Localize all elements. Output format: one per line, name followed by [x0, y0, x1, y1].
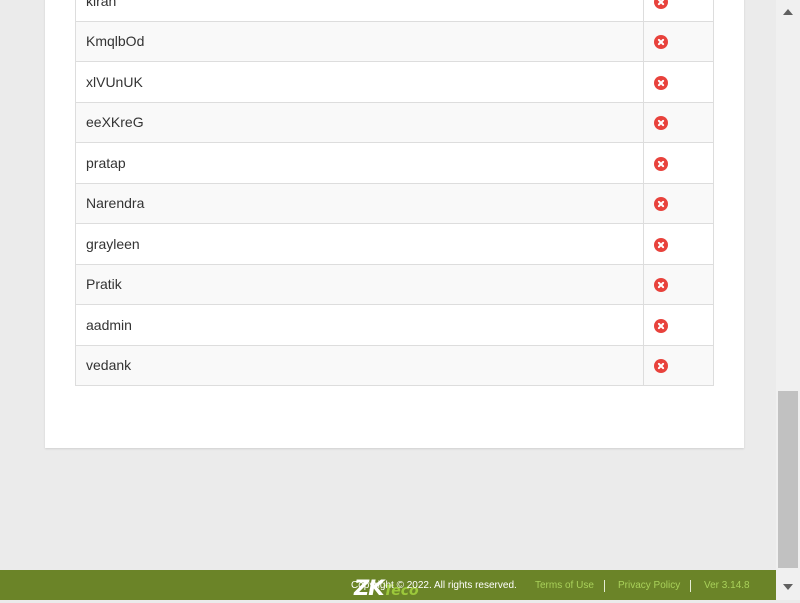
action-cell [643, 304, 714, 346]
delete-icon[interactable] [654, 75, 668, 90]
table-row: Pratik [75, 263, 714, 305]
scroll-up-button[interactable] [776, 0, 800, 24]
action-cell [643, 61, 714, 103]
user-name: grayleen [75, 223, 644, 265]
version-label: Ver 3.14.8 [704, 580, 750, 591]
delete-icon[interactable] [654, 318, 668, 333]
delete-icon[interactable] [654, 156, 668, 171]
user-name: Pratik [75, 263, 644, 305]
table-row: KmqlbOd [75, 20, 714, 62]
user-name: Narendra [75, 182, 644, 224]
table-row: aadmin [75, 304, 714, 346]
user-list-panel: kiran KmqlbOd xlVUnUK eeXKreG pratap Nar… [45, 0, 744, 448]
table-row: grayleen [75, 223, 714, 265]
action-cell [643, 142, 714, 184]
user-table-body: kiran KmqlbOd xlVUnUK eeXKreG pratap Nar… [75, 0, 714, 386]
privacy-policy-link[interactable]: Privacy Policy [618, 580, 680, 591]
table-row: Narendra [75, 182, 714, 224]
action-cell [643, 263, 714, 305]
terms-of-use-link[interactable]: Terms of Use [535, 580, 594, 591]
scroll-thumb[interactable] [778, 391, 798, 568]
delete-icon[interactable] [654, 359, 668, 374]
table-row: pratap [75, 142, 714, 184]
footer-divider [604, 580, 605, 592]
table-row: eeXKreG [75, 101, 714, 143]
delete-icon[interactable] [654, 0, 668, 9]
page-footer: ZKTeco Copyright © 2022. All rights rese… [0, 570, 776, 600]
arrow-down-icon [783, 584, 793, 590]
table-row: kiran [75, 0, 714, 22]
user-name: pratap [75, 142, 644, 184]
page-viewport: kiran KmqlbOd xlVUnUK eeXKreG pratap Nar… [0, 0, 776, 570]
delete-icon[interactable] [654, 278, 668, 293]
action-cell [643, 20, 714, 62]
action-cell [643, 0, 714, 22]
delete-icon[interactable] [654, 35, 668, 50]
table-row: vedank [75, 344, 714, 386]
user-name: eeXKreG [75, 101, 644, 143]
arrow-up-icon [783, 9, 793, 15]
action-cell [643, 182, 714, 224]
footer-divider [690, 580, 691, 592]
action-cell [643, 101, 714, 143]
user-name: vedank [75, 344, 644, 386]
vertical-scrollbar[interactable] [776, 0, 800, 600]
copyright-text: Copyright © 2022. All rights reserved. [351, 580, 517, 591]
user-table: kiran KmqlbOd xlVUnUK eeXKreG pratap Nar… [75, 0, 714, 386]
action-cell [643, 223, 714, 265]
scroll-down-button[interactable] [776, 575, 800, 599]
user-name: KmqlbOd [75, 20, 644, 62]
action-cell [643, 344, 714, 386]
user-name: xlVUnUK [75, 61, 644, 103]
user-name: kiran [75, 0, 644, 22]
table-row: xlVUnUK [75, 61, 714, 103]
delete-icon[interactable] [654, 116, 668, 131]
delete-icon[interactable] [654, 197, 668, 212]
delete-icon[interactable] [654, 237, 668, 252]
user-name: aadmin [75, 304, 644, 346]
